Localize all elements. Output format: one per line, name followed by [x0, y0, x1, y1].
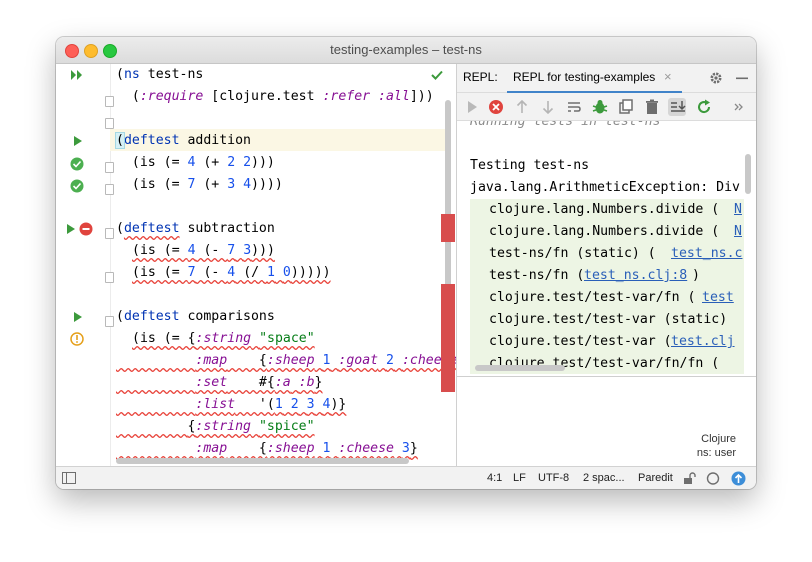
- update-available-icon[interactable]: [731, 471, 746, 486]
- unlock-icon[interactable]: [683, 472, 697, 485]
- stack-frame-row: clojure.test/test-var (static): [470, 309, 744, 331]
- code-line: (deftest comparisons: [116, 309, 275, 324]
- tab-repl-testing-examples[interactable]: REPL for testing-examples ×: [507, 64, 682, 93]
- error-stripe-marker[interactable]: [441, 214, 455, 242]
- run-icon[interactable]: [463, 98, 481, 116]
- stack-frame-link[interactable]: N: [734, 199, 742, 221]
- run-test-comparisons-icon[interactable]: [73, 311, 83, 323]
- stack-frame-row: test-ns/fn (test_ns.clj:8): [470, 265, 744, 287]
- code-area[interactable]: (ns test-ns (:require [clojure.test :ref…: [110, 64, 456, 466]
- code-line: (is (= 4 (- 7 3))): [132, 243, 275, 258]
- clear-trash-icon[interactable]: [643, 98, 661, 116]
- stack-frame-row: clojure.test/test-var (test.clj: [470, 331, 744, 353]
- editing-mode[interactable]: Paredit: [638, 472, 673, 484]
- run-all-tests-icon[interactable]: [70, 69, 84, 81]
- stack-frame-text: clojure.lang.Numbers.divide (: [489, 202, 720, 217]
- console-line: Running tests in test-ns: [470, 121, 661, 129]
- scroll-to-end-icon[interactable]: [668, 98, 686, 116]
- stack-frame-text: clojure.lang.Numbers.divide (: [489, 224, 720, 239]
- debug-icon[interactable]: [591, 98, 609, 116]
- interrupt-icon[interactable]: [487, 98, 505, 116]
- stack-frame-text: clojure.test/test-var (: [489, 334, 672, 349]
- tab-label: REPL for testing-examples: [513, 70, 656, 84]
- stack-frame-link[interactable]: test_ns.clj:8: [584, 265, 687, 287]
- editor-horizontal-scrollbar[interactable]: [116, 458, 409, 464]
- code-line: (is (= 7 (+ 3 4)))): [116, 177, 283, 192]
- repl-namespace-label: ns: user: [696, 447, 736, 459]
- code-line: (is (= {:string "space": [132, 331, 315, 346]
- history-up-icon[interactable]: [513, 98, 531, 116]
- stack-frame-link[interactable]: test: [702, 287, 734, 309]
- stack-frame-link[interactable]: test_ns.c: [671, 243, 742, 265]
- gear-icon[interactable]: [709, 71, 723, 85]
- more-actions-icon[interactable]: [733, 98, 751, 116]
- test-passed-icon: [70, 157, 84, 171]
- code-line: :map {:sheep 1 :cheese 3}: [195, 441, 418, 456]
- copy-icon[interactable]: [617, 98, 635, 116]
- code-line: (is (= 4 (+ 2 2))): [116, 155, 275, 170]
- editor-gutter: [56, 64, 114, 466]
- stack-frame-row: clojure.lang.Numbers.divide ( N: [470, 221, 744, 243]
- minimize-panel-icon[interactable]: [735, 71, 749, 85]
- window-title: testing-examples – test-ns: [330, 42, 482, 57]
- stack-frame-link[interactable]: test.clj: [671, 331, 735, 353]
- tool-window-toggle-icon[interactable]: [62, 472, 76, 484]
- inspection-ok-icon[interactable]: [430, 69, 444, 81]
- test-failed-icon: [70, 332, 84, 346]
- code-line: (ns test-ns: [116, 67, 204, 82]
- code-line: (deftest subtraction: [116, 221, 275, 236]
- run-test-subtraction-icon[interactable]: [66, 223, 76, 235]
- stack-frame-text: test-ns/fn (: [489, 268, 585, 283]
- stack-frame-row: test-ns/fn (static) ( test_ns.c: [470, 243, 744, 265]
- reload-icon[interactable]: [695, 98, 713, 116]
- code-line: :map {:sheep 1 :goat 2 :cheese: [195, 353, 456, 368]
- indent-setting[interactable]: 2 spac...: [583, 472, 625, 484]
- file-encoding[interactable]: UTF-8: [538, 472, 569, 484]
- close-tab-icon[interactable]: ×: [664, 69, 672, 84]
- title-bar: testing-examples – test-ns: [56, 37, 756, 64]
- code-line: {:string "spice": [187, 419, 315, 434]
- speech-bubble-icon[interactable]: [706, 472, 720, 485]
- code-line: :list '(1 2 3 4)}: [195, 397, 347, 412]
- code-line: (:require [clojure.test :refer :all])): [116, 89, 434, 104]
- soft-wrap-icon[interactable]: [565, 98, 583, 116]
- ide-window: testing-examples – test-ns (ns test-ns (…: [56, 37, 756, 489]
- repl-panel: REPL: REPL for testing-examples × Runnin…: [457, 64, 756, 466]
- run-test-addition-icon[interactable]: [73, 135, 83, 147]
- repl-input-editor[interactable]: Clojure ns: user: [457, 377, 756, 466]
- stack-frame-text: clojure.test/test-var/fn (: [489, 290, 696, 305]
- error-stripe-marker[interactable]: [441, 284, 455, 392]
- stack-frame-row: clojure.test/test-var/fn ( test: [470, 287, 744, 309]
- stack-frame-link[interactable]: N: [734, 221, 742, 243]
- caret-position[interactable]: 4:1: [487, 472, 502, 484]
- test-error-icon: [79, 222, 93, 236]
- test-passed-icon: [70, 179, 84, 193]
- stack-frame-text: ): [692, 268, 700, 283]
- console-horizontal-scrollbar[interactable]: [475, 365, 565, 371]
- stack-frame-text: test-ns/fn (static) (: [489, 246, 656, 261]
- code-line: (deftest addition: [115, 132, 251, 149]
- line-ending[interactable]: LF: [513, 472, 526, 484]
- code-editor[interactable]: (ns test-ns (:require [clojure.test :ref…: [56, 64, 456, 466]
- repl-language-label: Clojure: [701, 433, 736, 445]
- stack-frame-text: clojure.test/test-var (static): [489, 312, 728, 327]
- stack-frame-row: clojure.lang.Numbers.divide ( N: [470, 199, 744, 221]
- status-bar: 4:1 LF UTF-8 2 spac... Paredit: [56, 466, 756, 489]
- repl-toolbar: [457, 93, 756, 121]
- history-down-icon[interactable]: [539, 98, 557, 116]
- repl-console-output[interactable]: Running tests in test-ns Testing test-ns…: [457, 121, 744, 374]
- console-vertical-scrollbar[interactable]: [745, 154, 751, 194]
- console-line: java.lang.ArithmeticException: Div: [470, 180, 740, 195]
- code-line: (is (= 7 (- 4 (/ 1 0))))): [132, 265, 331, 280]
- repl-tab-bar: REPL: REPL for testing-examples ×: [457, 64, 756, 93]
- console-line: Testing test-ns: [470, 158, 590, 173]
- repl-tool-label: REPL:: [463, 70, 498, 84]
- code-line: :set #{:a :b}: [195, 375, 323, 390]
